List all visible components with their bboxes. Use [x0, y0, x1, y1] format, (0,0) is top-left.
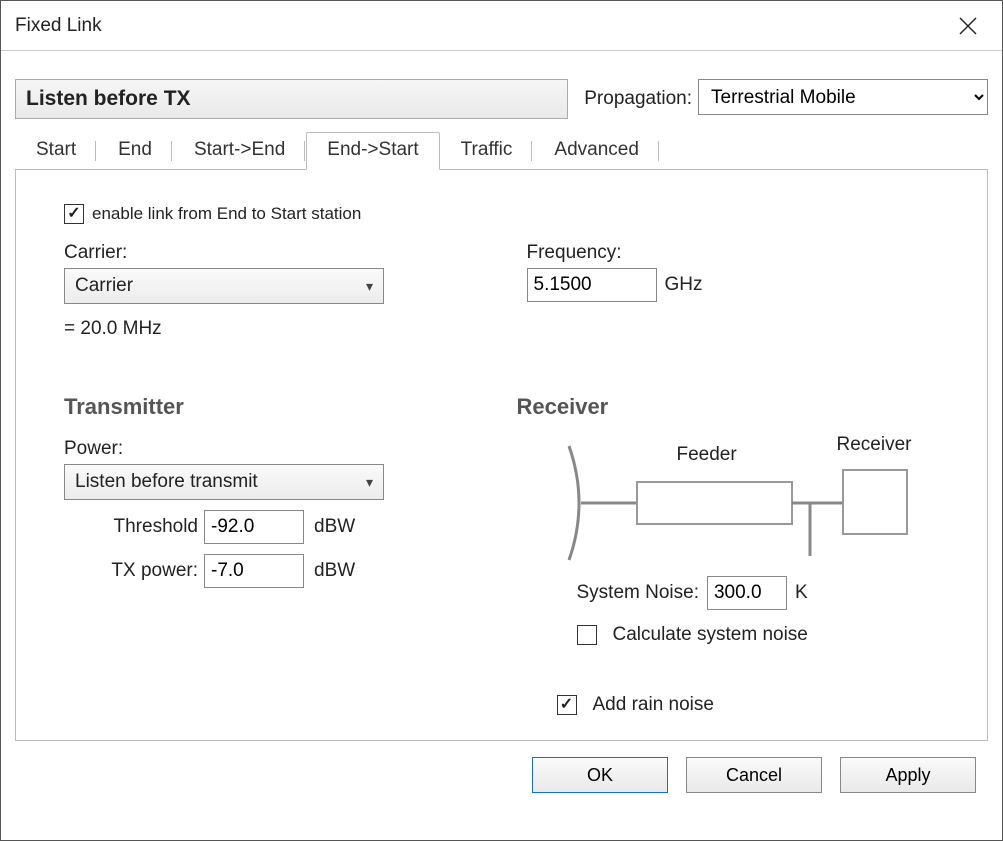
system-noise-label: System Noise: [577, 582, 699, 604]
txpower-label: TX power: [94, 560, 204, 582]
frequency-unit: GHz [665, 274, 703, 296]
power-select[interactable]: Listen before transmit ▾ [64, 464, 384, 500]
tab-start[interactable]: Start [15, 133, 97, 169]
carrier-select[interactable]: Carrier ▾ [64, 268, 384, 304]
carrier-value: Carrier [75, 275, 133, 297]
dialog-window: Fixed Link Listen before TX Propagation:… [0, 0, 1003, 841]
close-button[interactable] [948, 6, 988, 46]
system-noise-input[interactable] [707, 576, 787, 610]
apply-button[interactable]: Apply [840, 757, 976, 793]
propagation-select[interactable]: Terrestrial Mobile [698, 79, 988, 115]
tab-panel-end-start: enable link from End to Start station Ca… [15, 169, 988, 741]
threshold-label: Threshold [94, 516, 204, 538]
tab-advanced[interactable]: Advanced [533, 133, 660, 169]
enable-link-checkbox[interactable] [64, 204, 84, 224]
tx-rx-columns: Transmitter Power: Listen before transmi… [64, 358, 939, 716]
frequency-column: Frequency: GHz [527, 242, 940, 340]
tab-end[interactable]: End [97, 133, 173, 169]
link-name-field[interactable]: Listen before TX [15, 79, 568, 119]
propagation-label: Propagation: [578, 79, 698, 119]
add-rain-noise-label: Add rain noise [593, 694, 714, 716]
add-rain-noise-checkbox[interactable] [557, 695, 577, 715]
carrier-label: Carrier: [64, 242, 477, 264]
threshold-unit: dBW [314, 516, 355, 538]
frequency-label: Frequency: [527, 242, 940, 264]
receiver-head: Receiver [517, 394, 940, 420]
threshold-input[interactable] [204, 510, 304, 544]
chevron-down-icon: ▾ [366, 278, 373, 295]
calc-noise-row: Calculate system noise [577, 624, 940, 646]
tab-start-end[interactable]: Start->End [173, 133, 306, 169]
receiver-column: Receiver Feeder Receiver [517, 358, 940, 716]
cancel-button[interactable]: Cancel [686, 757, 822, 793]
button-row: OK Cancel Apply [15, 741, 988, 807]
window-title: Fixed Link [15, 15, 948, 37]
titlebar: Fixed Link [1, 1, 1002, 51]
content-area: Listen before TX Propagation: Terrestria… [1, 51, 1002, 840]
system-noise-unit: K [795, 582, 808, 604]
header-row: Listen before TX Propagation: Terrestria… [15, 79, 988, 119]
enable-row: enable link from End to Start station [64, 204, 939, 224]
system-noise-row: System Noise: K [577, 576, 940, 610]
chevron-down-icon: ▾ [366, 474, 373, 491]
rain-noise-row: Add rain noise [557, 694, 940, 716]
diagram-feeder-label: Feeder [677, 444, 737, 466]
calc-system-noise-label: Calculate system noise [613, 624, 808, 646]
tabs-wrap: Start End Start->End End->Start Traffic … [15, 131, 988, 741]
power-value: Listen before transmit [75, 471, 258, 493]
txpower-input[interactable] [204, 554, 304, 588]
tab-traffic[interactable]: Traffic [440, 133, 534, 169]
diagram-receiver-label: Receiver [837, 434, 912, 456]
frequency-input[interactable] [527, 268, 657, 302]
receiver-diagram: Feeder Receiver [547, 438, 907, 568]
txpower-unit: dBW [314, 560, 355, 582]
power-label: Power: [64, 438, 487, 460]
threshold-row: Threshold dBW [94, 510, 487, 544]
transmitter-head: Transmitter [64, 394, 487, 420]
txpower-row: TX power: dBW [94, 554, 487, 588]
transmitter-column: Transmitter Power: Listen before transmi… [64, 358, 487, 716]
close-icon [959, 17, 977, 35]
tab-end-start[interactable]: End->Start [306, 132, 439, 170]
calc-system-noise-checkbox[interactable] [577, 625, 597, 645]
carrier-freq-columns: Carrier: Carrier ▾ = 20.0 MHz Frequency:… [64, 242, 939, 340]
carrier-eq: = 20.0 MHz [64, 318, 477, 340]
carrier-column: Carrier: Carrier ▾ = 20.0 MHz [64, 242, 477, 340]
enable-link-label: enable link from End to Start station [92, 204, 361, 224]
ok-button[interactable]: OK [532, 757, 668, 793]
tabs: Start End Start->End End->Start Traffic … [15, 131, 988, 169]
